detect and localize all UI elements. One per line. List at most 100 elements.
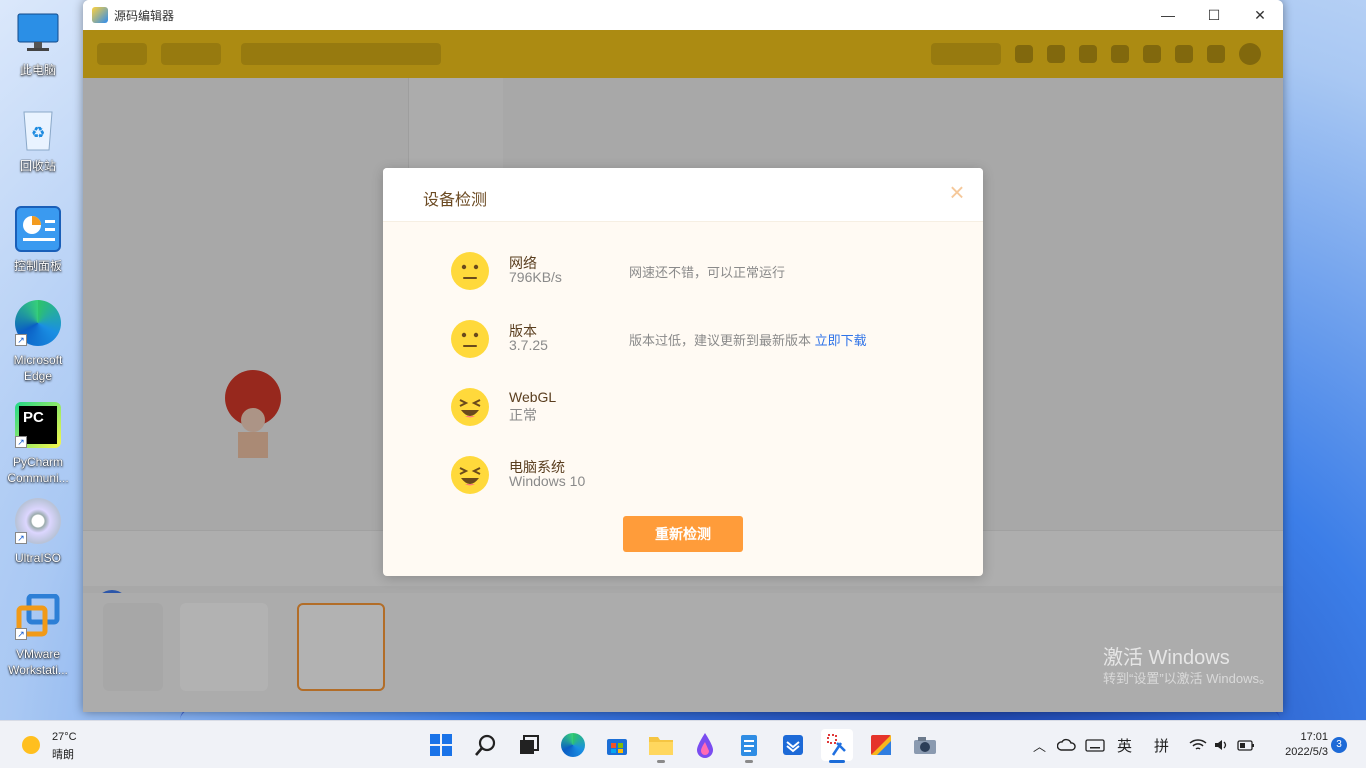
desktop-icon-label: 控制面板 (13, 259, 62, 273)
sun-icon (22, 736, 40, 754)
search-button[interactable] (470, 729, 502, 761)
wifi-icon[interactable] (1189, 738, 1207, 752)
mail-icon (783, 735, 803, 755)
shortcut-arrow-icon: ↗ (15, 436, 27, 448)
window-titlebar[interactable]: 源码编辑器 — ☐ ✕ (83, 0, 1283, 30)
battery-icon[interactable] (1237, 738, 1255, 752)
taskbar-paint[interactable] (689, 729, 721, 761)
activation-watermark: 激活 Windows (1103, 647, 1230, 669)
desktop-icon-vmware[interactable]: ↗ VMware Workstati... (2, 593, 74, 678)
language-indicator[interactable]: 英 (1117, 735, 1132, 756)
device-check-dialog: 设备检测 × 网络 796KB/s 网速还不错，可以正常运行 版本 3.7.25… (383, 168, 983, 576)
camera-icon (914, 737, 936, 754)
check-value: Windows 10 (509, 473, 586, 489)
shortcut-arrow-icon: ↗ (15, 532, 27, 544)
recycle-bin-icon: ♻ (15, 106, 61, 152)
check-row-version: 版本 3.7.25 版本过低，建议更新到最新版本 立即下载 (451, 320, 951, 360)
weather-temp: 27°C (52, 731, 77, 743)
desktop-icon-label: 此电脑 (19, 63, 56, 77)
control-panel-icon (15, 206, 61, 252)
start-button[interactable] (425, 729, 457, 761)
volume-icon[interactable] (1213, 738, 1229, 752)
taskbar-mail[interactable] (777, 729, 809, 761)
activation-watermark-sub: 转到“设置”以激活 Windows。 (1103, 671, 1273, 686)
desktop-icon-label: 回收站 (19, 159, 56, 173)
edge-icon: ↗ (15, 300, 61, 346)
task-view-button[interactable] (513, 729, 545, 761)
clock-date: 2022/5/3 (1285, 746, 1328, 758)
vmware-icon: ↗ (15, 593, 61, 640)
svg-text:♻: ♻ (31, 125, 45, 142)
dialog-close-button[interactable]: × (945, 179, 969, 205)
check-row-network: 网络 796KB/s 网速还不错，可以正常运行 (451, 252, 951, 292)
file-explorer-icon (649, 737, 673, 755)
taskbar: 27°C 晴朗 ︿ 英 拼 17:01 2022/5/3 3 (0, 720, 1366, 768)
download-now-link[interactable]: 立即下载 (815, 333, 867, 348)
start-icon (430, 734, 452, 756)
taskbar-store[interactable] (601, 729, 633, 761)
desktop-icon-label: VMware Workstati... (8, 647, 68, 677)
edge-icon (561, 733, 585, 757)
running-indicator (657, 760, 665, 763)
check-name: WebGL (509, 389, 557, 405)
desktop-icon-ultraiso[interactable]: ↗ UltraISO (2, 498, 74, 566)
notepad-icon (741, 735, 757, 756)
code-editor-icon (827, 734, 846, 756)
ime-indicator[interactable]: 拼 (1154, 735, 1169, 756)
neutral-face-icon (451, 252, 489, 290)
laughing-face-icon (451, 388, 489, 426)
clock-time: 17:01 (1300, 731, 1328, 743)
running-indicator (745, 760, 753, 763)
taskbar-camera[interactable] (909, 729, 941, 761)
dialog-title: 设备检测 (423, 192, 488, 209)
system-tray: ︿ 英 拼 (1033, 721, 1255, 768)
close-button[interactable]: ✕ (1237, 0, 1283, 30)
taskbar-edge[interactable] (557, 729, 589, 761)
check-message-container: 版本过低，建议更新到最新版本 立即下载 (629, 330, 867, 349)
taskbar-clock[interactable]: 17:01 2022/5/3 (1270, 730, 1328, 760)
chevron-up-icon[interactable]: ︿ (1033, 736, 1049, 755)
pycharm-icon: PC ↗ (15, 402, 61, 448)
store-icon (607, 739, 627, 755)
monitor-icon (15, 10, 61, 56)
neutral-face-icon (451, 320, 489, 358)
onedrive-icon[interactable] (1057, 738, 1077, 752)
recheck-button[interactable]: 重新检测 (623, 516, 743, 552)
desktop-icon-label: Microsoft Edge (13, 353, 63, 383)
dialog-header: 设备检测 × (383, 168, 983, 222)
desktop-icon-label: PyCharm Communi... (7, 455, 69, 485)
check-value: 796KB/s (509, 269, 562, 285)
taskbar-code-editor[interactable] (821, 729, 853, 763)
desktop-icon-label: UltraISO (14, 551, 61, 565)
window-title: 源码编辑器 (114, 8, 175, 23)
shortcut-arrow-icon: ↗ (15, 334, 27, 346)
check-message: 版本过低，建议更新到最新版本 (629, 333, 812, 348)
taskbar-file-explorer[interactable] (645, 729, 677, 763)
check-value: 正常 (509, 407, 537, 423)
desktop-icon-pycharm[interactable]: PC ↗ PyCharm Communi... (2, 402, 74, 486)
taskbar-notepad[interactable] (733, 729, 765, 763)
minimize-button[interactable]: — (1145, 0, 1191, 30)
maximize-button[interactable]: ☐ (1191, 0, 1237, 30)
laughing-face-icon (451, 456, 489, 494)
notification-badge[interactable]: 3 (1331, 737, 1347, 753)
photos-icon (871, 735, 891, 755)
paint-icon (697, 733, 713, 758)
check-row-os: 电脑系统 Windows 10 (451, 456, 951, 496)
desktop-icon-control-panel[interactable]: 控制面板 (2, 206, 74, 274)
check-value: 3.7.25 (509, 337, 548, 353)
disc-icon: ↗ (15, 498, 61, 544)
desktop-icon-this-pc[interactable]: 此电脑 (2, 10, 74, 78)
check-message: 网速还不错，可以正常运行 (629, 265, 786, 280)
app-logo-icon (92, 7, 108, 23)
task-view-icon (520, 735, 539, 754)
desktop-icon-edge[interactable]: ↗ Microsoft Edge (2, 300, 74, 384)
search-icon (475, 734, 496, 756)
check-row-webgl: WebGL 正常 (451, 388, 951, 428)
shortcut-arrow-icon: ↗ (15, 628, 27, 640)
keyboard-icon[interactable] (1085, 738, 1105, 752)
running-indicator (829, 760, 845, 763)
desktop-icon-recycle-bin[interactable]: ♻ 回收站 (2, 106, 74, 174)
weather-condition: 晴朗 (52, 749, 74, 761)
taskbar-photos[interactable] (865, 729, 897, 761)
